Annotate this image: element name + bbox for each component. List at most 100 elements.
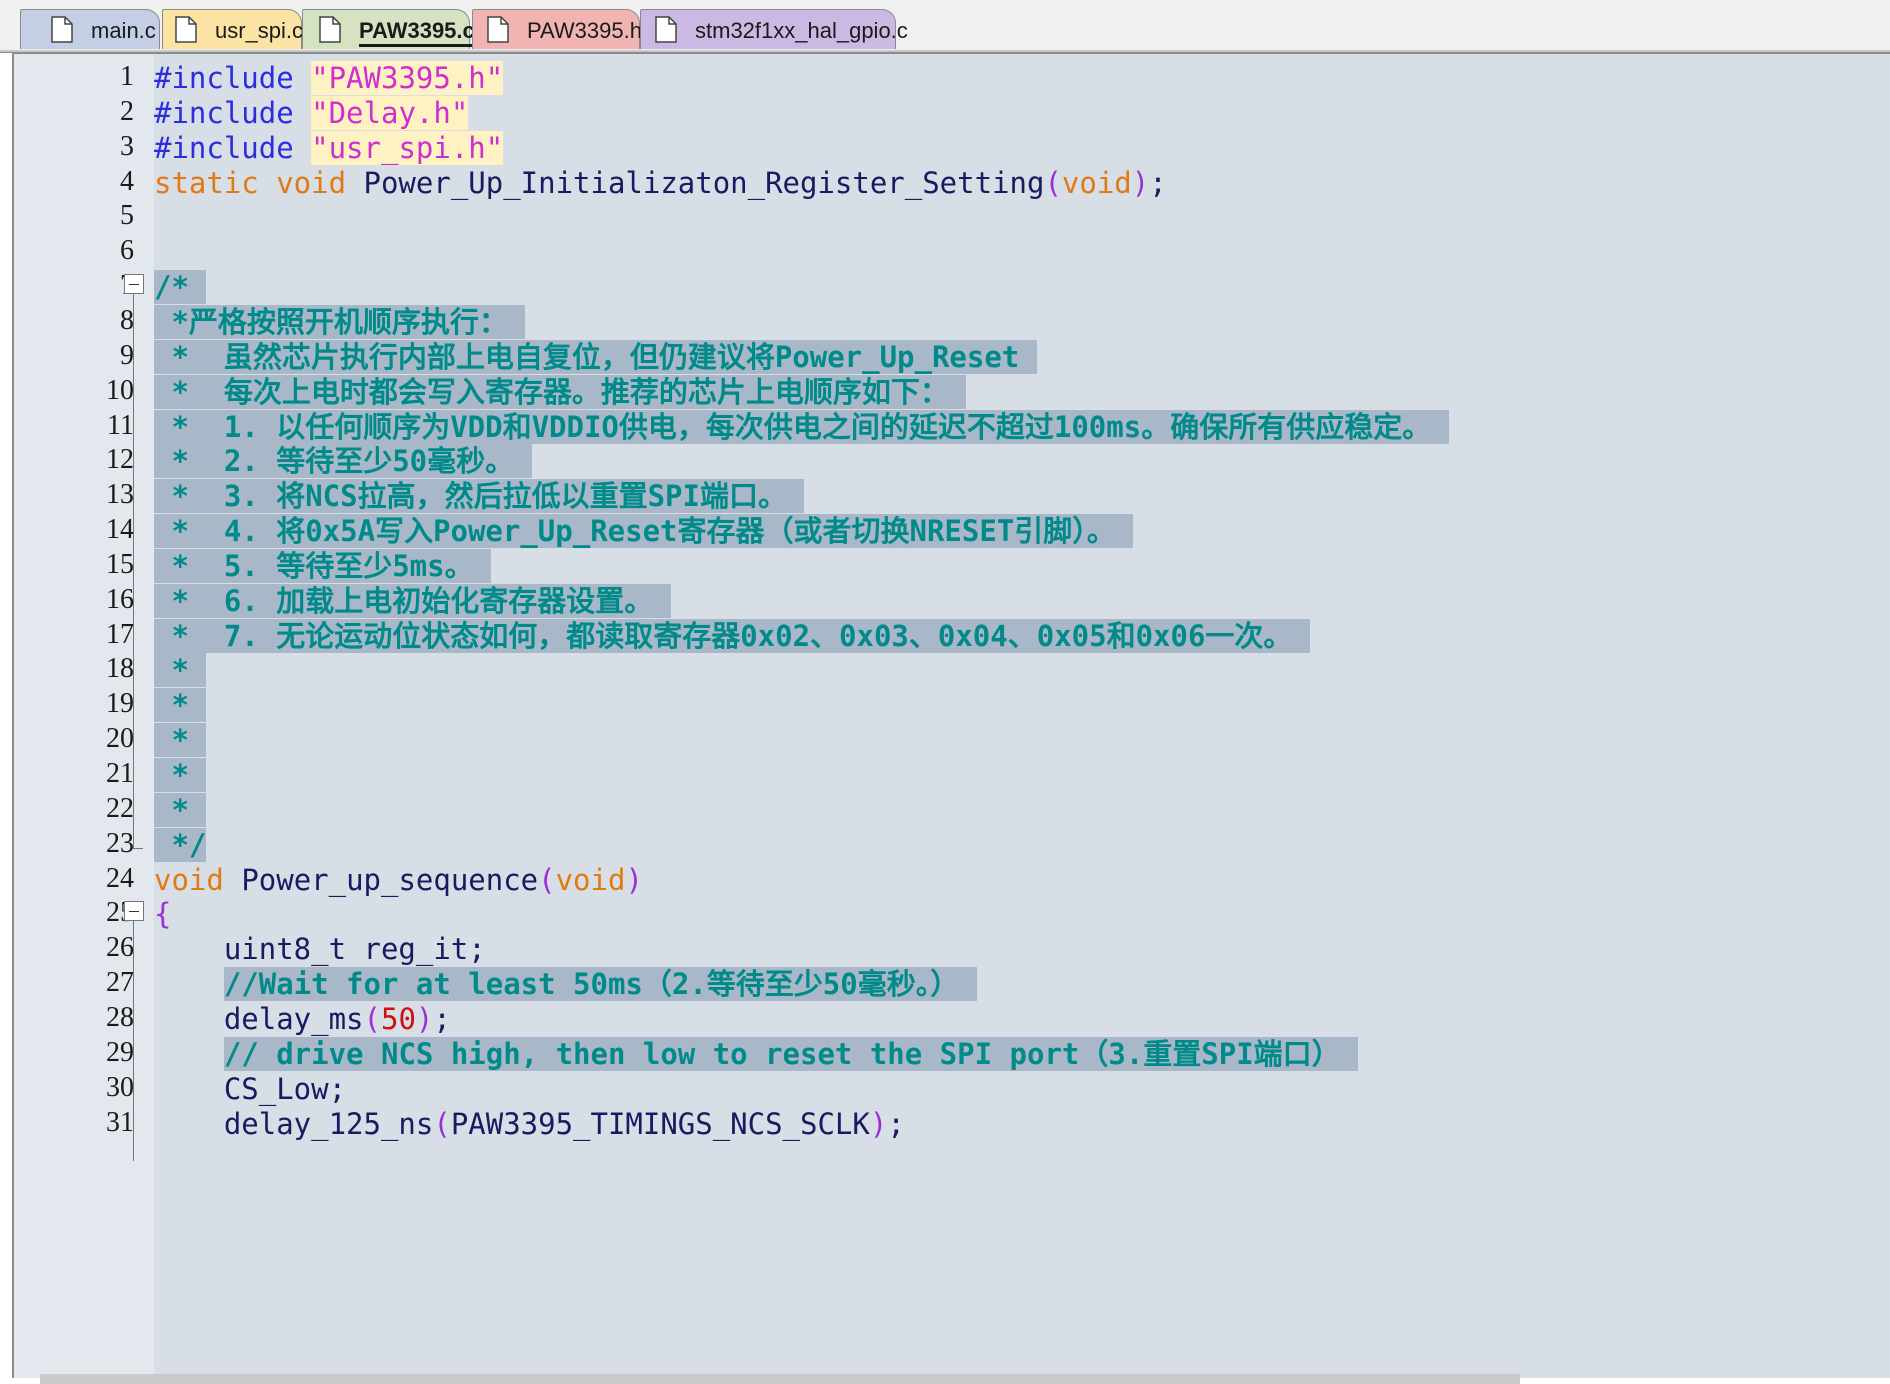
file-icon (319, 16, 341, 43)
tab-paw3395-h[interactable]: PAW3395.h (472, 9, 642, 49)
code-token: PAW3395_TIMINGS_NCS_SCLK (450, 1106, 870, 1141)
code-token: uint8_t reg_it; (154, 932, 486, 967)
horizontal-scrollbar[interactable] (40, 1374, 1520, 1384)
code-token: ) (625, 862, 643, 897)
code-token: * 3. 将NCS拉高，然后拉低以重置SPI端口。 (154, 479, 805, 514)
tab-main-c[interactable]: main.c (20, 9, 160, 49)
code-token: * (154, 758, 207, 792)
code-token: void (1061, 165, 1132, 200)
code-token: ( (1044, 165, 1062, 200)
code-token: * 1. 以任何顺序为VDD和VDDIO供电，每次供电之间的延迟不超过100ms… (154, 409, 1449, 444)
code-text: * (154, 757, 207, 793)
line-number: 17 (106, 618, 134, 650)
code-text: * (154, 687, 207, 723)
fold-toggle-icon[interactable] (124, 274, 144, 295)
code-text: delay_ms(50); (154, 1001, 451, 1037)
code-token: ) (415, 1001, 434, 1036)
tab-label: PAW3395.h (527, 18, 642, 43)
code-token: delay_ms (154, 1001, 364, 1036)
code-area[interactable]: 1 #include "PAW3395.h" 2 #include "Delay.h"… (106, 54, 1890, 1378)
code-text: { (154, 896, 171, 932)
code-token: #include (154, 95, 312, 130)
code-editor[interactable]: 1 #include "PAW3395.h" 2 #include "Delay.h"… (12, 52, 1890, 1378)
code-token: void (154, 862, 242, 897)
line-number: 4 (120, 165, 134, 197)
code-token: ( (433, 1106, 451, 1141)
code-token: * (154, 792, 207, 827)
line-number: 25 (106, 897, 134, 929)
code-token: CS_Low; (154, 1071, 347, 1106)
code-token: * 4. 将0x5A写入Power_Up_Reset寄存器（或者切换NRESET… (154, 514, 1134, 549)
code-token: * 6. 加载上电初始化寄存器设置。 (154, 583, 671, 618)
line-number: 11 (107, 409, 134, 441)
file-icon (51, 16, 73, 43)
code-token: static void (154, 165, 364, 200)
code-text: */ (154, 827, 207, 863)
line-number: 28 (106, 1001, 134, 1033)
line-number: 1 (120, 61, 134, 92)
code-token: *严格按照开机顺序执行： (154, 304, 526, 339)
line-number: 29 (106, 1036, 134, 1068)
line-number: 14 (106, 514, 134, 546)
line-number: 6 (120, 235, 134, 267)
code-token: void (555, 862, 626, 897)
line-number: 21 (106, 758, 134, 789)
tab-usr-spi-c[interactable]: usr_spi.c (162, 9, 303, 49)
fold-guide (133, 294, 134, 848)
code-token: #include (154, 61, 312, 95)
code-text: static void Power_Up_Initializaton_Regis… (154, 165, 1167, 201)
code-token: { (154, 897, 172, 932)
code-token: ) (1131, 165, 1150, 200)
line-number: 5 (120, 200, 134, 232)
line-number: 23 (106, 827, 134, 859)
code-token: /* (154, 270, 207, 305)
fold-end-marker (133, 847, 143, 849)
code-token: "Delay.h" (311, 95, 469, 130)
tab-label: PAW3395.c (359, 18, 475, 43)
code-token: ; (1149, 165, 1167, 200)
code-token: ) (869, 1106, 888, 1141)
code-text: uint8_t reg_it; (154, 931, 486, 967)
line-number: 19 (106, 688, 134, 720)
code-text: #include "usr_spi.h" (154, 130, 504, 166)
code-text: * (154, 652, 207, 688)
file-icon (655, 16, 677, 43)
code-text: //Wait for at least 50ms（2.等待至少50毫秒。） (154, 966, 977, 1002)
line-number: 8 (120, 304, 134, 336)
code-token: * (154, 723, 207, 758)
code-text: * 2. 等待至少50毫秒。 (154, 443, 532, 479)
code-token: ( (538, 862, 556, 897)
line-number: 22 (106, 792, 134, 824)
line-number: 16 (106, 583, 134, 615)
code-token: delay_125_ns (154, 1106, 434, 1141)
code-token: #include (154, 130, 312, 165)
code-token: "usr_spi.h" (311, 130, 504, 165)
code-text: void Power_up_sequence(void) (154, 862, 643, 898)
code-token: * (154, 653, 207, 688)
fold-guide (133, 921, 134, 1162)
code-token: Power_up_sequence (241, 862, 539, 897)
line-number: 31 (106, 1106, 134, 1138)
file-icon (175, 16, 197, 43)
code-token: * (154, 688, 207, 723)
code-token: * 2. 等待至少50毫秒。 (154, 444, 532, 479)
line-number: 18 (106, 653, 134, 685)
file-icon (487, 16, 509, 43)
code-token: Power_Up_Initializaton_Register_Setting (363, 165, 1045, 200)
line-number: 24 (106, 862, 134, 894)
code-text: * 4. 将0x5A写入Power_Up_Reset寄存器（或者切换NRESET… (154, 513, 1134, 549)
editor-tab-bar: main.c usr_spi.c PAW3395.c PAW3395.h stm32f1… (0, 0, 1890, 53)
code-token: * 7. 无论运动位状态如何，都读取寄存器0x02、0x03、0x04、0x05… (154, 618, 1310, 653)
code-text: * 5. 等待至少5ms。 (154, 548, 492, 584)
tab-paw3395-c[interactable]: PAW3395.c (302, 9, 475, 49)
tab-stm32f1xx-hal-gpio-c[interactable]: stm32f1xx_hal_gpio.c (640, 9, 908, 49)
line-number: 7 (14, 270, 134, 302)
fold-toggle-icon[interactable] (124, 901, 144, 922)
code-text: CS_Low; (154, 1071, 346, 1107)
tab-label: main.c (91, 18, 156, 43)
code-text: /* (154, 269, 207, 305)
code-token: * 虽然芯片执行内部上电自复位，但仍建议将Power_Up_Reset (154, 339, 1037, 374)
code-line[interactable]: 31 delay_125_ns(PAW3395_TIMINGS_NCS_SCLK… (106, 1103, 1890, 1145)
